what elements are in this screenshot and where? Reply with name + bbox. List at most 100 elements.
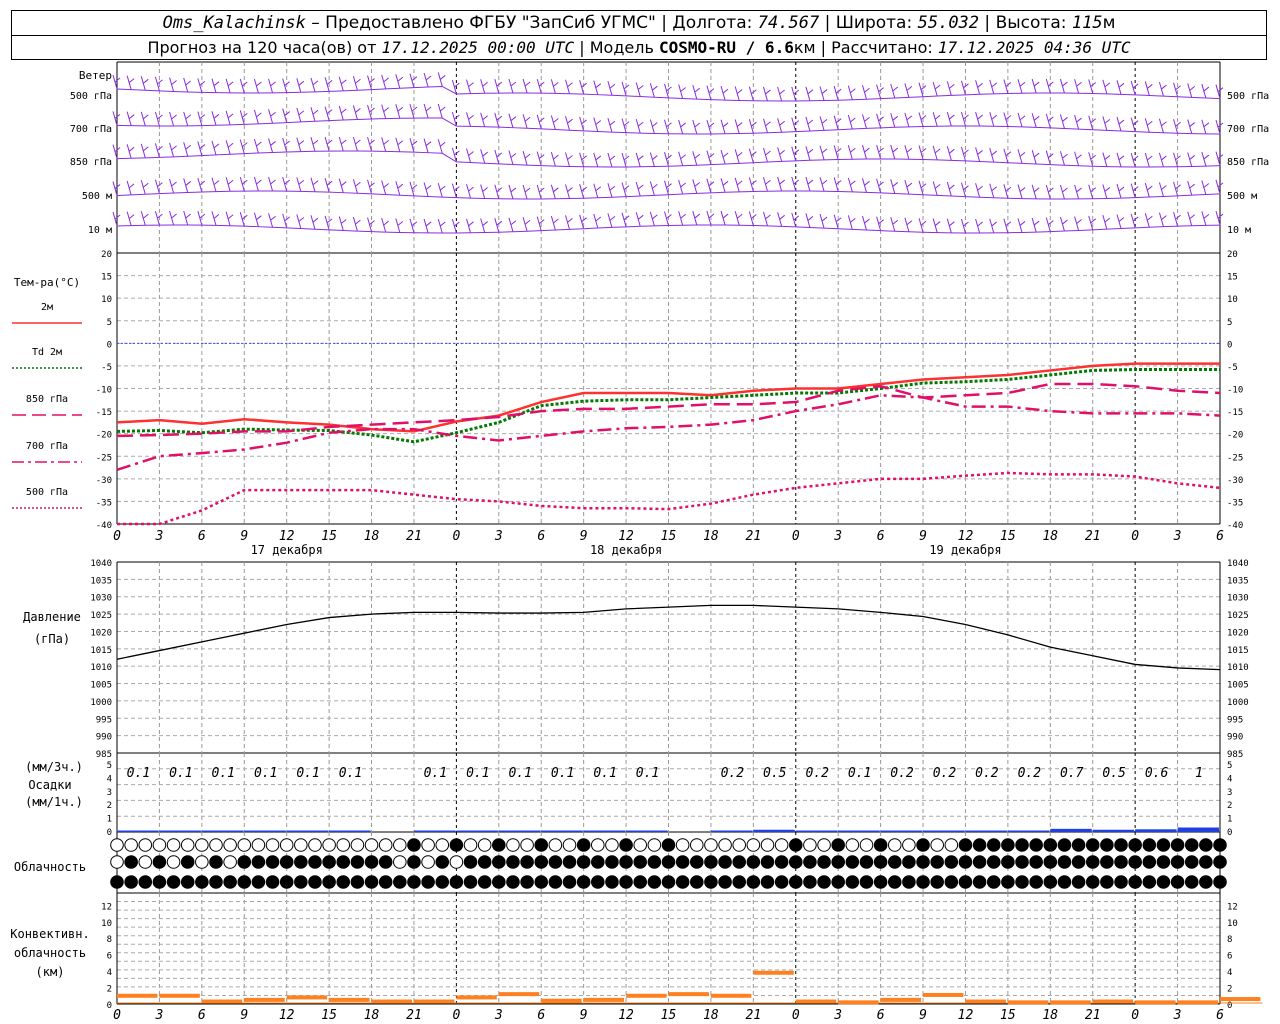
cloud-symbol xyxy=(958,875,973,889)
wind-barb-feather xyxy=(1118,217,1125,222)
cloud-symbol xyxy=(859,838,874,852)
wind-barb-feather xyxy=(524,116,531,122)
cloud-symbol xyxy=(633,855,648,869)
wind-barb-feather xyxy=(821,118,828,124)
temp-ytick-left: -20 xyxy=(96,431,112,441)
precip-value-label: 0.1 xyxy=(593,766,616,781)
wind-barb-feather xyxy=(227,81,234,87)
cloud-symbol xyxy=(308,855,322,869)
wind-barb-feather xyxy=(906,182,913,188)
cloud-symbol xyxy=(534,855,549,869)
cloud-symbol xyxy=(817,855,831,869)
conv-cloud-mark xyxy=(1220,997,1261,1002)
wind-barb-feather xyxy=(765,214,771,220)
temp-ytick-right: -20 xyxy=(1227,431,1243,441)
wind-barb-feather xyxy=(355,108,361,113)
temp-ytick-left: 5 xyxy=(107,318,112,328)
precip-value-label: 0.5 xyxy=(763,766,787,781)
cloud-symbol xyxy=(180,875,195,889)
pressure-ytick-right: 1035 xyxy=(1227,576,1249,586)
temp-hour-label: 21 xyxy=(1085,529,1101,544)
cloud-symbol xyxy=(845,875,860,889)
wind-barb-feather xyxy=(991,114,998,120)
cloud-symbol xyxy=(760,855,775,869)
wind-barb-feather xyxy=(256,179,262,185)
wind-barb-feather xyxy=(1203,122,1210,128)
wind-barb-feather xyxy=(298,80,305,86)
wind-barb-feather xyxy=(821,179,828,185)
wind-barb-feather xyxy=(694,153,701,159)
wind-barb-feather xyxy=(1146,155,1153,161)
wind-barb-feather xyxy=(850,180,856,186)
precip-value-label: 0.2 xyxy=(890,766,914,781)
wind-barb xyxy=(805,116,811,132)
temp-legend-label: 500 гПа xyxy=(26,487,68,498)
precip-value-label: 0.2 xyxy=(805,766,829,781)
cloud-symbol xyxy=(223,875,237,889)
cloud-symbol xyxy=(689,855,704,869)
wind-barb-feather xyxy=(1104,82,1111,88)
wind-barb-feather xyxy=(765,179,771,185)
conv-hour-label: 3 xyxy=(155,1008,164,1023)
wind-barb-feather xyxy=(1161,121,1167,127)
temp-hour-label: 21 xyxy=(406,529,422,544)
wind-barb-feather xyxy=(312,217,319,223)
cloud-symbol xyxy=(605,855,619,869)
wind-barb-feather xyxy=(821,216,828,222)
cloud-symbol xyxy=(237,855,252,869)
cloud-symbol xyxy=(378,838,393,852)
wind-barb-feather xyxy=(524,187,531,193)
cloud-symbol xyxy=(831,838,845,852)
cloud-symbol xyxy=(251,838,266,852)
cloud-symbol xyxy=(1043,838,1058,852)
wind-barb-feather xyxy=(722,88,729,94)
wind-barb-feather xyxy=(609,83,616,89)
cloud-symbol xyxy=(1100,875,1114,889)
day-label: 18 декабря xyxy=(590,543,662,557)
conv-hour-label: 15 xyxy=(661,1008,677,1023)
wind-barb-feather xyxy=(567,217,573,223)
wind-barb-feather xyxy=(482,115,488,121)
cloud-symbol xyxy=(972,838,987,852)
wind-barb-feather xyxy=(864,87,870,93)
wind-barb-feather xyxy=(1019,187,1026,192)
wind-barb-feather xyxy=(1189,122,1196,127)
cloud-symbol xyxy=(916,855,930,869)
cloud-symbol xyxy=(605,838,619,852)
precip-bar xyxy=(329,830,371,832)
conv-cloud-mark xyxy=(244,997,285,1002)
cloud-symbol xyxy=(463,838,478,852)
wind-barb-feather xyxy=(355,181,361,187)
wind-barb-feather xyxy=(1033,187,1040,193)
precip-ytick-left: 3 xyxy=(107,788,112,798)
cloud-symbol xyxy=(166,855,181,869)
cloud-symbol xyxy=(1015,875,1029,889)
cloud-symbol xyxy=(774,838,789,852)
wind-barb-feather xyxy=(991,186,998,192)
cloud-symbol xyxy=(364,875,379,889)
precip-value-label: 0.2 xyxy=(721,766,745,781)
pressure-ytick-left: 1010 xyxy=(90,663,112,673)
wind-barb-feather xyxy=(171,213,177,219)
precip-ytick-left: 5 xyxy=(107,761,112,771)
cloud-symbol xyxy=(477,838,492,852)
wind-barb-feather xyxy=(722,152,729,158)
cloud-symbol xyxy=(506,875,520,889)
wind-barb-feather xyxy=(680,154,686,160)
precip-ytick-right: 2 xyxy=(1227,801,1232,811)
temp-ytick-right: -30 xyxy=(1227,476,1243,486)
pressure-ytick-right: 1030 xyxy=(1227,594,1249,604)
wind-barb-feather xyxy=(609,216,616,221)
conv-ytick-left: 0 xyxy=(107,1001,112,1011)
temp-hour-label: 6 xyxy=(877,529,885,544)
wind-barb-feather xyxy=(1062,117,1068,122)
cloud-symbol xyxy=(902,838,916,852)
wind-barb-feather xyxy=(1189,86,1196,91)
wind-barb-feather xyxy=(1118,82,1125,88)
wind-barb-feather xyxy=(652,183,658,189)
wind-barb-feather xyxy=(171,145,177,151)
conv-cloud-mark xyxy=(626,993,667,998)
precip-value-label: 0.1 xyxy=(636,766,659,781)
temp-hour-label: 12 xyxy=(279,529,295,544)
wind-barb-feather xyxy=(567,82,573,88)
